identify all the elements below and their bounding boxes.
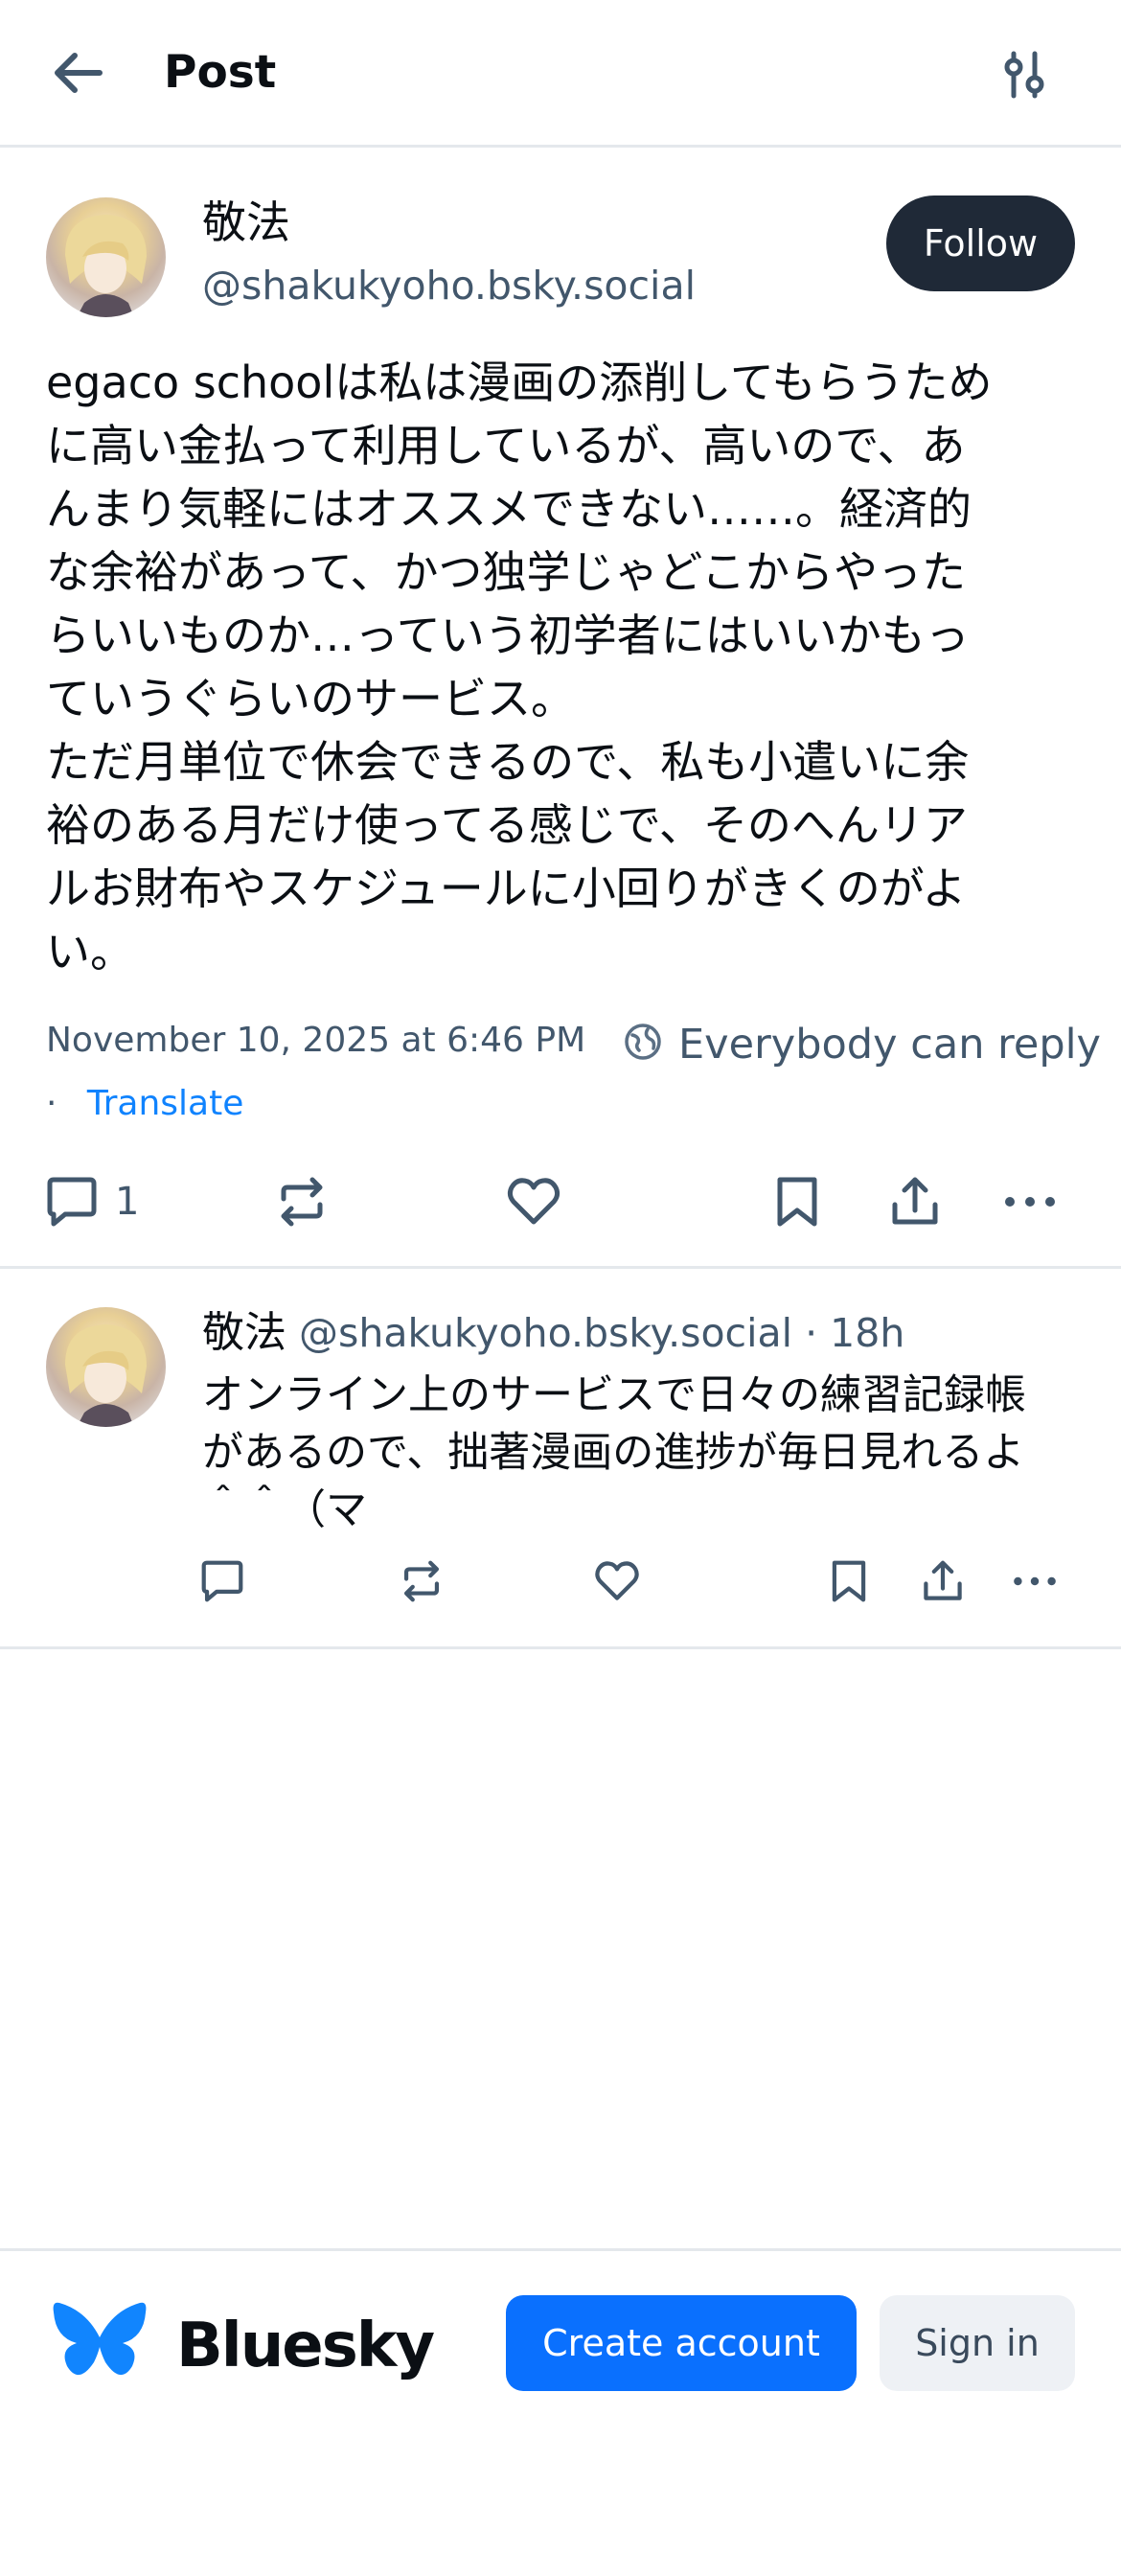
reply-time[interactable]: 18h [830, 1310, 904, 1356]
reply-author-handle[interactable]: @shakukyoho.bsky.social [299, 1310, 792, 1356]
page-title: Post [164, 46, 277, 99]
create-account-button[interactable]: Create account [506, 2295, 857, 2391]
reply-button[interactable] [197, 1543, 247, 1620]
brand-name: Bluesky [176, 2311, 435, 2381]
reply-body: オンライン上のサービスで日々の練習記録帳 があるので、拙著漫画の進捗が毎日見れる… [202, 1371, 1026, 1534]
repost-icon [403, 1560, 440, 1602]
meta-separator: · [46, 1084, 57, 1123]
reply-header: 敬法 @shakukyoho.bsky.social · 18h [202, 1305, 904, 1361]
more-options-button[interactable] [1000, 1163, 1060, 1240]
share-icon [924, 1560, 962, 1600]
translate-link[interactable]: Translate [87, 1084, 243, 1123]
repost-icon [281, 1177, 323, 1227]
main-post: 敬法 @shakukyoho.bsky.social Follow egaco … [0, 148, 1121, 1269]
top-bar: Post [0, 0, 1121, 148]
butterfly-logo-icon [53, 2302, 147, 2376]
follow-button[interactable]: Follow [886, 196, 1075, 291]
like-button[interactable] [504, 1163, 563, 1240]
heart-icon [595, 1561, 639, 1600]
repost-button[interactable] [272, 1163, 332, 1240]
thread-settings-button[interactable] [996, 46, 1064, 113]
reply-count: 1 [115, 1180, 140, 1224]
more-horizontal-icon [1014, 1576, 1056, 1586]
reply-author-name[interactable]: 敬法 [202, 1308, 286, 1357]
author-handle[interactable]: @shakukyoho.bsky.social [202, 259, 696, 312]
bookmark-icon [832, 1560, 866, 1602]
post-body: egaco schoolは私は漫画の添削してもらうため に高い金払って利用してい… [46, 356, 993, 978]
globe-icon [625, 1024, 661, 1060]
share-icon [892, 1177, 938, 1225]
share-button[interactable] [885, 1163, 945, 1240]
signup-bar: Bluesky Create account Sign in [0, 2248, 1121, 2576]
author-name[interactable]: 敬法 [202, 194, 290, 251]
share-button[interactable] [918, 1543, 968, 1620]
reply-actions [0, 1543, 1121, 1620]
sliders-icon [1004, 51, 1044, 99]
back-button[interactable] [48, 42, 125, 109]
like-button[interactable] [592, 1543, 642, 1620]
reply-button[interactable]: 1 [42, 1163, 139, 1240]
avatar[interactable] [46, 1307, 166, 1427]
bookmark-button[interactable] [826, 1543, 872, 1620]
sign-in-button[interactable]: Sign in [880, 2295, 1075, 2391]
post-date[interactable]: November 10, 2025 at 6:46 PM [46, 1014, 585, 1068]
bookmark-button[interactable] [770, 1163, 824, 1240]
arrow-left-icon [55, 53, 103, 93]
reply-post[interactable]: 敬法 @shakukyoho.bsky.social · 18h オンライン上の… [0, 1269, 1121, 1649]
heart-icon [507, 1178, 560, 1225]
translate-row: · Translate [46, 1077, 243, 1131]
more-options-button[interactable] [1010, 1543, 1060, 1620]
reply-separator: · [805, 1310, 818, 1356]
avatar[interactable] [46, 197, 166, 317]
comment-icon [47, 1177, 97, 1227]
post-actions: 1 [0, 1163, 1121, 1240]
more-horizontal-icon [1005, 1197, 1055, 1207]
reply-setting[interactable]: Everybody can reply [678, 1016, 1121, 1073]
comment-icon [201, 1560, 243, 1602]
repost-button[interactable] [397, 1543, 446, 1620]
bookmark-icon [777, 1177, 817, 1227]
